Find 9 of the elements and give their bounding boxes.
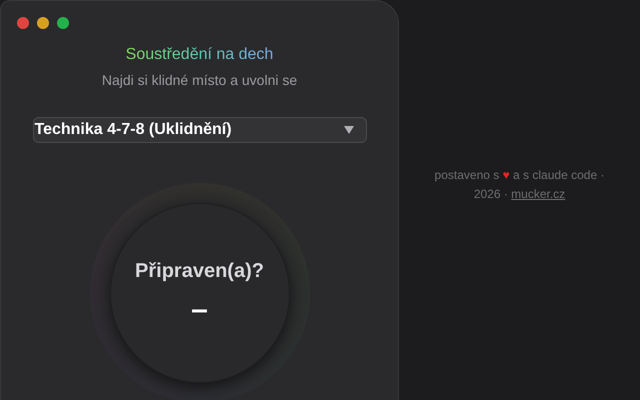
window-control-button[interactable] — [37, 17, 49, 29]
footer-credit: postaveno s ♥ a s claude code · 2026 · mucker.cz — [434, 167, 606, 203]
breath-prompt: Připraven(a)? — [135, 259, 264, 284]
window-control-button[interactable] — [17, 17, 29, 29]
app-subtitle: Najdi si klidné místo a uvolni se — [102, 71, 298, 90]
technique-select[interactable]: Technika 4-7-8 (Uklidnění) — [32, 117, 366, 143]
window-control-button[interactable] — [57, 17, 69, 29]
breath-counter: – — [191, 292, 208, 328]
caret-icon — [344, 126, 354, 134]
